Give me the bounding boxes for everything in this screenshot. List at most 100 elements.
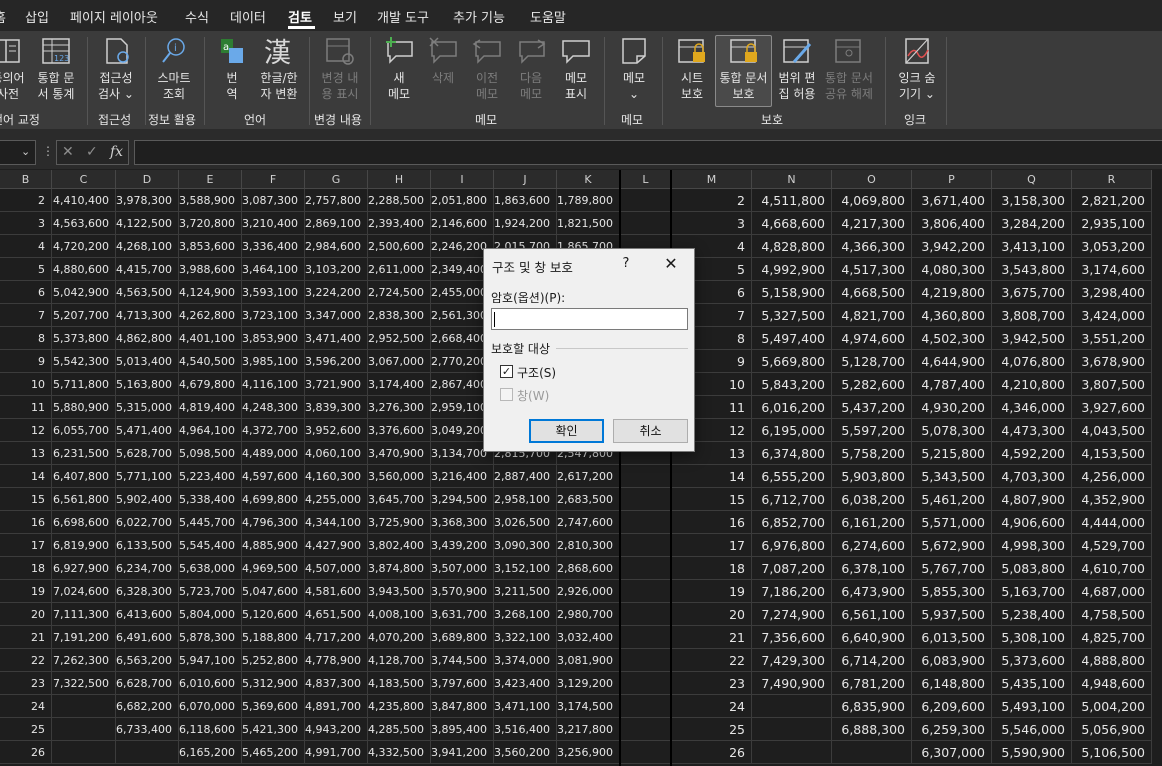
table-cell[interactable]: 3 xyxy=(0,212,52,235)
cancel-icon[interactable]: ✕ xyxy=(62,144,74,160)
table-cell[interactable]: 25 xyxy=(0,718,52,741)
tab-insert[interactable]: 삽입 xyxy=(25,7,49,26)
table-cell[interactable]: 5,315,000 xyxy=(116,396,179,419)
table-cell[interactable]: 3,985,100 xyxy=(242,350,305,373)
table-cell[interactable]: 3,645,700 xyxy=(368,488,431,511)
table-cell[interactable]: 5,327,500 xyxy=(752,304,832,327)
table-cell[interactable]: 4,930,200 xyxy=(912,396,992,419)
table-cell[interactable]: 4,444,000 xyxy=(1072,511,1152,534)
table-cell[interactable]: 3,853,600 xyxy=(179,235,242,258)
table-cell[interactable]: 3,927,600 xyxy=(1072,396,1152,419)
table-cell[interactable]: 4,699,800 xyxy=(242,488,305,511)
table-cell[interactable]: 5,597,200 xyxy=(832,419,912,442)
table-cell[interactable]: 6,165,200 xyxy=(179,741,242,764)
table-cell[interactable]: 3,471,400 xyxy=(305,327,368,350)
table-cell[interactable]: 3,723,100 xyxy=(242,304,305,327)
table-cell[interactable]: 3,588,900 xyxy=(179,189,242,212)
table-cell[interactable]: 6,555,200 xyxy=(752,465,832,488)
table-cell[interactable]: 1,863,600 xyxy=(494,189,557,212)
help-button[interactable]: ? xyxy=(616,254,636,274)
table-cell[interactable]: 5,343,500 xyxy=(912,465,992,488)
table-cell[interactable]: 1,821,500 xyxy=(557,212,620,235)
table-cell[interactable]: 6,274,600 xyxy=(832,534,912,557)
tab-home[interactable]: 홈 xyxy=(0,7,6,26)
table-cell[interactable]: 23 xyxy=(672,672,752,695)
table-cell[interactable]: 4,262,800 xyxy=(179,304,242,327)
table-cell[interactable]: 3,368,300 xyxy=(431,511,494,534)
table-cell[interactable]: 4,410,400 xyxy=(52,189,116,212)
table-cell[interactable]: 5,843,200 xyxy=(752,373,832,396)
table-cell[interactable]: 2,724,500 xyxy=(368,281,431,304)
table-cell[interactable]: 6,640,900 xyxy=(832,626,912,649)
table-cell[interactable]: 6,927,900 xyxy=(52,557,116,580)
table-cell[interactable]: 4,124,900 xyxy=(179,281,242,304)
table-cell[interactable]: 5,338,400 xyxy=(179,488,242,511)
table-cell[interactable]: 6,378,100 xyxy=(832,557,912,580)
table-cell[interactable]: 2,611,000 xyxy=(368,258,431,281)
table-cell[interactable]: 4,906,600 xyxy=(992,511,1072,534)
next-comment-button[interactable]: 다음 메모 xyxy=(511,36,551,102)
table-cell[interactable]: 6,491,600 xyxy=(116,626,179,649)
table-cell[interactable]: 3,224,200 xyxy=(305,281,368,304)
table-cell[interactable]: 5,004,200 xyxy=(1072,695,1152,718)
table-cell[interactable]: 4,581,600 xyxy=(305,580,368,603)
table-cell[interactable]: 3,471,100 xyxy=(494,695,557,718)
table-cell[interactable]: 7,356,600 xyxy=(752,626,832,649)
table-cell[interactable]: 7,490,900 xyxy=(752,672,832,695)
table-cell[interactable]: 6,133,500 xyxy=(116,534,179,557)
table-cell[interactable]: 2,952,500 xyxy=(368,327,431,350)
table-cell[interactable]: 3,158,300 xyxy=(992,189,1072,212)
table-cell[interactable]: 2,051,800 xyxy=(431,189,494,212)
table-cell[interactable]: 17 xyxy=(0,534,52,557)
table-cell[interactable]: 3,298,400 xyxy=(1072,281,1152,304)
table-cell[interactable]: 2,393,400 xyxy=(368,212,431,235)
table-cell[interactable] xyxy=(52,718,116,741)
table-cell[interactable]: 7,186,200 xyxy=(752,580,832,603)
table-cell[interactable]: 4,372,700 xyxy=(242,419,305,442)
protect-workbook-button[interactable]: 통합 문서 보호 xyxy=(715,35,772,107)
table-cell[interactable]: 4,473,300 xyxy=(992,419,1072,442)
table-cell[interactable]: 5,437,200 xyxy=(832,396,912,419)
table-cell[interactable]: 4,880,600 xyxy=(52,258,116,281)
table-cell[interactable]: 7,024,600 xyxy=(52,580,116,603)
table-cell[interactable]: 2,926,000 xyxy=(557,580,620,603)
table-cell[interactable]: 5,878,300 xyxy=(179,626,242,649)
table-cell[interactable]: 6,118,600 xyxy=(179,718,242,741)
table-cell[interactable]: 4,687,000 xyxy=(1072,580,1152,603)
table-cell[interactable]: 25 xyxy=(672,718,752,741)
table-cell[interactable]: 5,078,300 xyxy=(912,419,992,442)
delete-comment-button[interactable]: 삭제 xyxy=(423,36,463,86)
table-cell[interactable]: 3,439,200 xyxy=(431,534,494,557)
table-cell[interactable]: 2,935,100 xyxy=(1072,212,1152,235)
name-box[interactable]: ⌄ xyxy=(0,140,36,165)
table-cell[interactable]: 4,122,500 xyxy=(116,212,179,235)
table-cell[interactable]: 4,217,300 xyxy=(832,212,912,235)
table-cell[interactable]: 6,209,600 xyxy=(912,695,992,718)
table-cell[interactable]: 3,721,900 xyxy=(305,373,368,396)
table-cell[interactable]: 4,828,800 xyxy=(752,235,832,258)
table-cell[interactable]: 4,597,600 xyxy=(242,465,305,488)
table-cell[interactable]: 22 xyxy=(0,649,52,672)
table-cell[interactable]: 5,758,200 xyxy=(832,442,912,465)
check-accessibility-button[interactable]: 접근성 검사 ⌄ xyxy=(93,36,139,102)
table-cell[interactable]: 6,259,300 xyxy=(912,718,992,741)
table-cell[interactable]: 4,427,900 xyxy=(305,534,368,557)
table-cell[interactable]: 6,013,500 xyxy=(912,626,992,649)
table-cell[interactable]: 6,010,600 xyxy=(179,672,242,695)
table-cell[interactable]: 4,563,600 xyxy=(52,212,116,235)
table-cell[interactable]: 4,819,400 xyxy=(179,396,242,419)
structure-checkbox[interactable]: ✓ xyxy=(500,365,513,378)
table-cell[interactable]: 24 xyxy=(672,695,752,718)
table-cell[interactable]: 6,016,200 xyxy=(752,396,832,419)
tab-help[interactable]: 도움말 xyxy=(530,7,566,26)
table-cell[interactable]: 3,978,300 xyxy=(116,189,179,212)
table-cell[interactable]: 5,282,600 xyxy=(832,373,912,396)
table-cell[interactable]: 3,470,900 xyxy=(368,442,431,465)
close-button[interactable]: ✕ xyxy=(658,253,684,275)
table-cell[interactable]: 3,806,400 xyxy=(912,212,992,235)
table-cell[interactable]: 2,747,600 xyxy=(557,511,620,534)
table-cell[interactable]: 2,500,600 xyxy=(368,235,431,258)
table-cell[interactable]: 6,231,500 xyxy=(52,442,116,465)
table-cell[interactable]: 5,672,900 xyxy=(912,534,992,557)
table-cell[interactable]: 5,312,900 xyxy=(242,672,305,695)
